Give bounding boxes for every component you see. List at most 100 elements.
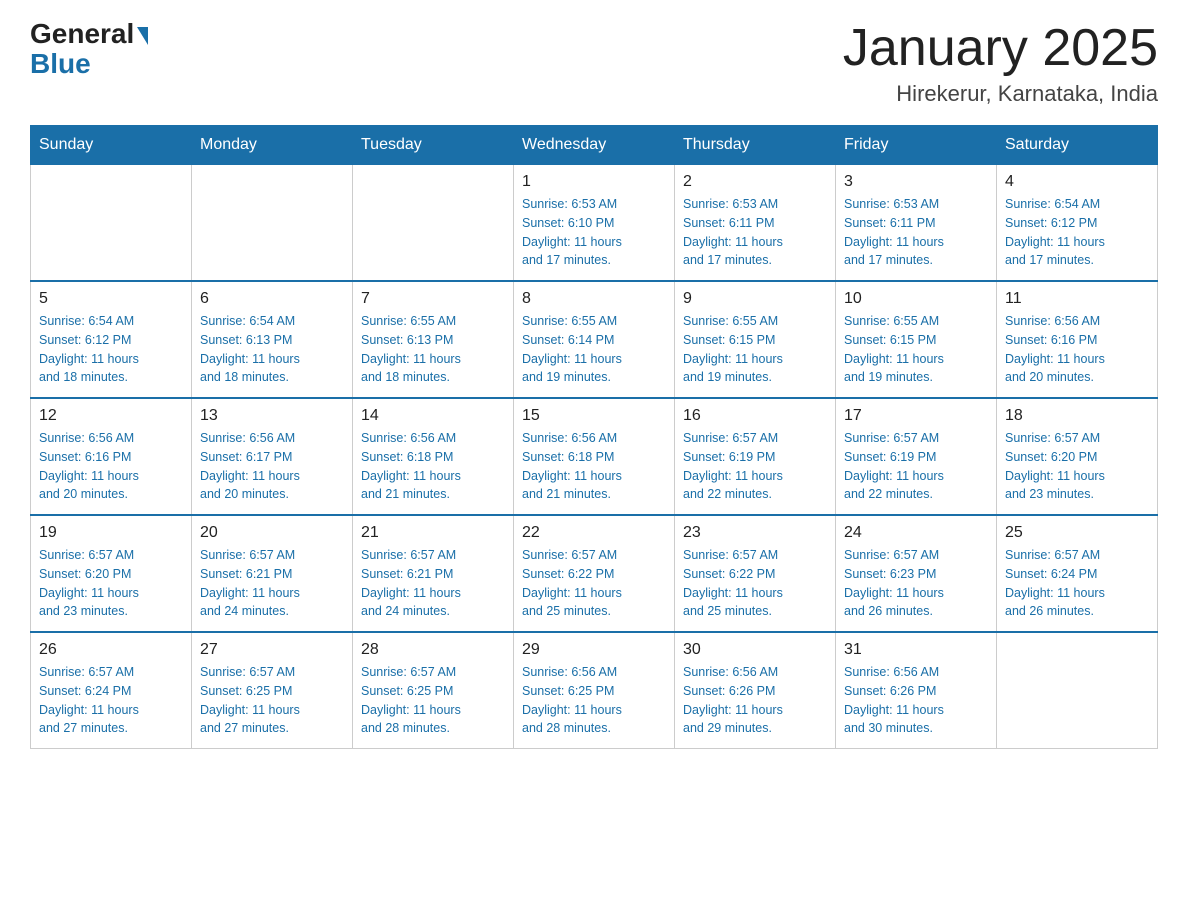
logo-general-text: General	[30, 20, 134, 48]
weekday-header-saturday: Saturday	[997, 126, 1158, 165]
calendar-day-cell: 8 Sunrise: 6:55 AM Sunset: 6:14 PM Daylig…	[514, 281, 675, 398]
calendar-day-cell: 30Sunrise: 6:56 AM Sunset: 6:26 PM Dayli…	[675, 632, 836, 749]
day-info: Sunrise: 6:53 AM Sunset: 6:11 PM Dayligh…	[683, 195, 827, 270]
day-number: 11	[1005, 290, 1149, 308]
day-number: 23	[683, 524, 827, 542]
day-info: Sunrise: 6:55 AM Sunset: 6:15 PM Dayligh…	[844, 312, 988, 387]
weekday-header-monday: Monday	[192, 126, 353, 165]
calendar-day-cell: 10 Sunrise: 6:55 AM Sunset: 6:15 PM Dayli…	[836, 281, 997, 398]
day-number: 30	[683, 641, 827, 659]
logo-blue-text: Blue	[30, 48, 91, 80]
calendar-day-cell	[353, 165, 514, 282]
calendar-table: SundayMondayTuesdayWednesdayThursdayFrid…	[30, 125, 1158, 749]
day-info: Sunrise: 6:56 AM Sunset: 6:18 PM Dayligh…	[522, 429, 666, 504]
weekday-header-friday: Friday	[836, 126, 997, 165]
day-info: Sunrise: 6:55 AM Sunset: 6:15 PM Dayligh…	[683, 312, 827, 387]
day-info: Sunrise: 6:57 AM Sunset: 6:19 PM Dayligh…	[844, 429, 988, 504]
calendar-day-cell: 31 Sunrise: 6:56 AM Sunset: 6:26 PM Dayli…	[836, 632, 997, 749]
day-info: Sunrise: 6:56 AM Sunset: 6:26 PM Dayligh…	[844, 663, 988, 738]
calendar-day-cell: 3 Sunrise: 6:53 AM Sunset: 6:11 PM Daylig…	[836, 165, 997, 282]
day-info: Sunrise: 6:57 AM Sunset: 6:25 PM Dayligh…	[200, 663, 344, 738]
calendar-day-cell	[31, 165, 192, 282]
day-number: 13	[200, 407, 344, 425]
calendar-week-row: 26 Sunrise: 6:57 AM Sunset: 6:24 PM Dayli…	[31, 632, 1158, 749]
calendar-day-cell: 22 Sunrise: 6:57 AM Sunset: 6:22 PM Dayli…	[514, 515, 675, 632]
day-info: Sunrise: 6:54 AM Sunset: 6:12 PM Dayligh…	[39, 312, 183, 387]
calendar-day-cell: 25Sunrise: 6:57 AM Sunset: 6:24 PM Dayli…	[997, 515, 1158, 632]
day-number: 20	[200, 524, 344, 542]
title-block: January 2025 Hirekerur, Karnataka, India	[843, 20, 1158, 107]
weekday-header-tuesday: Tuesday	[353, 126, 514, 165]
day-info: Sunrise: 6:57 AM Sunset: 6:20 PM Dayligh…	[39, 546, 183, 621]
day-number: 24	[844, 524, 988, 542]
calendar-day-cell: 11 Sunrise: 6:56 AM Sunset: 6:16 PM Dayli…	[997, 281, 1158, 398]
day-info: Sunrise: 6:57 AM Sunset: 6:24 PM Dayligh…	[39, 663, 183, 738]
day-info: Sunrise: 6:57 AM Sunset: 6:25 PM Dayligh…	[361, 663, 505, 738]
weekday-header-thursday: Thursday	[675, 126, 836, 165]
day-info: Sunrise: 6:55 AM Sunset: 6:14 PM Dayligh…	[522, 312, 666, 387]
day-info: Sunrise: 6:56 AM Sunset: 6:16 PM Dayligh…	[1005, 312, 1149, 387]
calendar-day-cell: 26 Sunrise: 6:57 AM Sunset: 6:24 PM Dayli…	[31, 632, 192, 749]
day-info: Sunrise: 6:54 AM Sunset: 6:13 PM Dayligh…	[200, 312, 344, 387]
calendar-day-cell: 4 Sunrise: 6:54 AM Sunset: 6:12 PM Daylig…	[997, 165, 1158, 282]
day-info: Sunrise: 6:56 AM Sunset: 6:25 PM Dayligh…	[522, 663, 666, 738]
day-number: 22	[522, 524, 666, 542]
day-info: Sunrise: 6:57 AM Sunset: 6:24 PM Dayligh…	[1005, 546, 1149, 621]
calendar-day-cell: 13 Sunrise: 6:56 AM Sunset: 6:17 PM Dayli…	[192, 398, 353, 515]
calendar-day-cell: 15Sunrise: 6:56 AM Sunset: 6:18 PM Dayli…	[514, 398, 675, 515]
day-number: 9	[683, 290, 827, 308]
day-number: 8	[522, 290, 666, 308]
calendar-week-row: 1Sunrise: 6:53 AM Sunset: 6:10 PM Daylig…	[31, 165, 1158, 282]
day-number: 4	[1005, 173, 1149, 191]
day-info: Sunrise: 6:57 AM Sunset: 6:23 PM Dayligh…	[844, 546, 988, 621]
calendar-day-cell: 19Sunrise: 6:57 AM Sunset: 6:20 PM Dayli…	[31, 515, 192, 632]
calendar-day-cell: 29 Sunrise: 6:56 AM Sunset: 6:25 PM Dayli…	[514, 632, 675, 749]
calendar-day-cell	[192, 165, 353, 282]
weekday-header-sunday: Sunday	[31, 126, 192, 165]
day-info: Sunrise: 6:56 AM Sunset: 6:17 PM Dayligh…	[200, 429, 344, 504]
weekday-header-row: SundayMondayTuesdayWednesdayThursdayFrid…	[31, 126, 1158, 165]
day-number: 31	[844, 641, 988, 659]
calendar-day-cell: 9 Sunrise: 6:55 AM Sunset: 6:15 PM Daylig…	[675, 281, 836, 398]
day-info: Sunrise: 6:55 AM Sunset: 6:13 PM Dayligh…	[361, 312, 505, 387]
calendar-day-cell: 28 Sunrise: 6:57 AM Sunset: 6:25 PM Dayli…	[353, 632, 514, 749]
day-number: 28	[361, 641, 505, 659]
logo-triangle-icon	[137, 27, 148, 45]
day-number: 27	[200, 641, 344, 659]
day-number: 29	[522, 641, 666, 659]
calendar-week-row: 19Sunrise: 6:57 AM Sunset: 6:20 PM Dayli…	[31, 515, 1158, 632]
calendar-day-cell: 2Sunrise: 6:53 AM Sunset: 6:11 PM Daylig…	[675, 165, 836, 282]
calendar-day-cell: 20 Sunrise: 6:57 AM Sunset: 6:21 PM Dayli…	[192, 515, 353, 632]
calendar-day-cell: 5 Sunrise: 6:54 AM Sunset: 6:12 PM Daylig…	[31, 281, 192, 398]
day-info: Sunrise: 6:54 AM Sunset: 6:12 PM Dayligh…	[1005, 195, 1149, 270]
day-info: Sunrise: 6:57 AM Sunset: 6:22 PM Dayligh…	[522, 546, 666, 621]
day-number: 18	[1005, 407, 1149, 425]
day-number: 3	[844, 173, 988, 191]
calendar-day-cell: 24 Sunrise: 6:57 AM Sunset: 6:23 PM Dayli…	[836, 515, 997, 632]
day-info: Sunrise: 6:57 AM Sunset: 6:21 PM Dayligh…	[200, 546, 344, 621]
day-info: Sunrise: 6:57 AM Sunset: 6:22 PM Dayligh…	[683, 546, 827, 621]
weekday-header-wednesday: Wednesday	[514, 126, 675, 165]
day-number: 21	[361, 524, 505, 542]
day-number: 10	[844, 290, 988, 308]
logo: General Blue	[30, 20, 148, 80]
calendar-day-cell: 7Sunrise: 6:55 AM Sunset: 6:13 PM Daylig…	[353, 281, 514, 398]
day-number: 17	[844, 407, 988, 425]
calendar-day-cell: 17 Sunrise: 6:57 AM Sunset: 6:19 PM Dayli…	[836, 398, 997, 515]
calendar-day-cell: 14Sunrise: 6:56 AM Sunset: 6:18 PM Dayli…	[353, 398, 514, 515]
calendar-subtitle: Hirekerur, Karnataka, India	[843, 81, 1158, 107]
page-header: General Blue January 2025 Hirekerur, Kar…	[30, 20, 1158, 107]
calendar-title: January 2025	[843, 20, 1158, 77]
calendar-day-cell: 21Sunrise: 6:57 AM Sunset: 6:21 PM Dayli…	[353, 515, 514, 632]
day-info: Sunrise: 6:53 AM Sunset: 6:10 PM Dayligh…	[522, 195, 666, 270]
calendar-day-cell: 6Sunrise: 6:54 AM Sunset: 6:13 PM Daylig…	[192, 281, 353, 398]
day-number: 5	[39, 290, 183, 308]
calendar-day-cell: 18 Sunrise: 6:57 AM Sunset: 6:20 PM Dayli…	[997, 398, 1158, 515]
calendar-day-cell: 27 Sunrise: 6:57 AM Sunset: 6:25 PM Dayli…	[192, 632, 353, 749]
day-number: 26	[39, 641, 183, 659]
calendar-day-cell: 1Sunrise: 6:53 AM Sunset: 6:10 PM Daylig…	[514, 165, 675, 282]
day-info: Sunrise: 6:57 AM Sunset: 6:20 PM Dayligh…	[1005, 429, 1149, 504]
day-info: Sunrise: 6:56 AM Sunset: 6:16 PM Dayligh…	[39, 429, 183, 504]
day-info: Sunrise: 6:53 AM Sunset: 6:11 PM Dayligh…	[844, 195, 988, 270]
day-number: 12	[39, 407, 183, 425]
